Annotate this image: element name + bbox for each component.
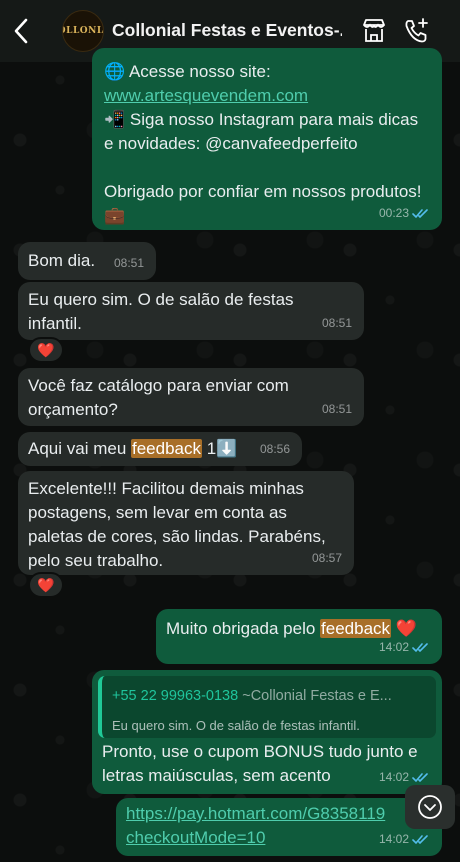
quote-text: Eu quero sim. O de salão de festas infan…: [112, 718, 360, 733]
message-meta: 08:51: [114, 251, 144, 275]
message-meta: 14:02: [379, 827, 430, 851]
chevron-down-circle-icon: [418, 795, 442, 819]
double-check-icon: [412, 772, 428, 782]
checkout-link-continued[interactable]: checkoutMode=10: [126, 828, 265, 847]
message-text: 1⬇️: [202, 439, 238, 458]
double-check-icon: [412, 642, 428, 652]
message-meta: 08:51: [322, 397, 352, 421]
message-time: 14:02: [378, 640, 409, 654]
message-time: 14:02: [378, 832, 409, 846]
message-bubble-outgoing[interactable]: https://pay.hotmart.com/G8358119 checkou…: [116, 798, 442, 856]
double-check-icon: [412, 834, 428, 844]
message-meta: 08:51: [322, 311, 352, 335]
message-text: Muito obrigada pelo: [166, 619, 321, 638]
message-meta: 08:57: [312, 546, 342, 570]
chevron-left-icon: [14, 18, 28, 44]
message-time: 08:56: [259, 442, 290, 456]
add-call-icon: [405, 18, 428, 43]
message-text: Eu quero sim. O de salão de festas infan…: [28, 290, 294, 333]
message-text: 📲 Siga nosso Instagram para mais dicas e…: [104, 110, 419, 153]
message-bubble-outgoing[interactable]: 🌐 Acesse nosso site: www.artesquevendem.…: [92, 48, 442, 230]
message-bubble-outgoing[interactable]: +55 22 99963-0138 ~Collonial Festas e E.…: [92, 670, 442, 794]
message-text: 🌐 Acesse nosso site:: [104, 62, 271, 81]
checkout-link[interactable]: https://pay.hotmart.com/G8358119: [126, 804, 385, 823]
message-bubble-incoming[interactable]: Excelente!!! Facilitou demais minhas pos…: [18, 471, 354, 575]
quote-author-name: ~Collonial Festas e E...: [242, 688, 392, 704]
message-meta: 00:23: [379, 201, 430, 225]
avatar-logo-text: COLLONIAL: [63, 26, 103, 36]
message-text: Aqui vai meu: [28, 439, 131, 458]
add-call-button[interactable]: [402, 17, 430, 45]
double-check-icon: [412, 208, 428, 218]
message-reaction[interactable]: ❤️: [28, 337, 64, 363]
message-time: 08:57: [311, 551, 342, 565]
quoted-message[interactable]: +55 22 99963-0138 ~Collonial Festas e E.…: [98, 676, 436, 738]
message-reaction[interactable]: ❤️: [28, 572, 64, 598]
message-bubble-incoming[interactable]: Você faz catálogo para enviar com orçame…: [18, 368, 364, 426]
message-bubble-incoming[interactable]: Aqui vai meu feedback 1⬇️ 08:56: [18, 432, 302, 466]
message-time: 14:02: [378, 770, 409, 784]
chat-title[interactable]: Collonial Festas e Eventos-...: [112, 20, 342, 41]
back-button[interactable]: [10, 17, 32, 45]
message-bubble-incoming[interactable]: Bom dia. 08:51: [18, 242, 156, 280]
message-text: Você faz catálogo para enviar com orçame…: [28, 376, 289, 419]
message-meta: 08:56: [260, 437, 290, 461]
message-text: Bom dia.: [28, 251, 96, 270]
message-time: 08:51: [321, 316, 352, 330]
storefront-icon: [363, 19, 385, 42]
storefront-button[interactable]: [360, 17, 388, 45]
message-time: 08:51: [321, 402, 352, 416]
scroll-to-bottom-button[interactable]: [405, 785, 455, 829]
search-highlight: feedback: [131, 439, 202, 458]
website-link[interactable]: www.artesquevendem.com: [104, 86, 308, 105]
message-text: Excelente!!! Facilitou demais minhas pos…: [28, 479, 326, 570]
message-meta: 14:02: [379, 635, 430, 659]
message-bubble-incoming[interactable]: Eu quero sim. O de salão de festas infan…: [18, 282, 364, 340]
avatar[interactable]: COLLONIAL: [62, 10, 104, 52]
message-time: 00:23: [378, 206, 409, 220]
quote-author: +55 22 99963-0138 ~Collonial Festas e E.…: [112, 684, 426, 708]
message-bubble-outgoing[interactable]: Muito obrigada pelo feedback ❤️ 14:02: [156, 609, 442, 664]
quote-author-phone: +55 22 99963-0138: [112, 688, 239, 704]
message-time: 08:51: [113, 256, 144, 270]
